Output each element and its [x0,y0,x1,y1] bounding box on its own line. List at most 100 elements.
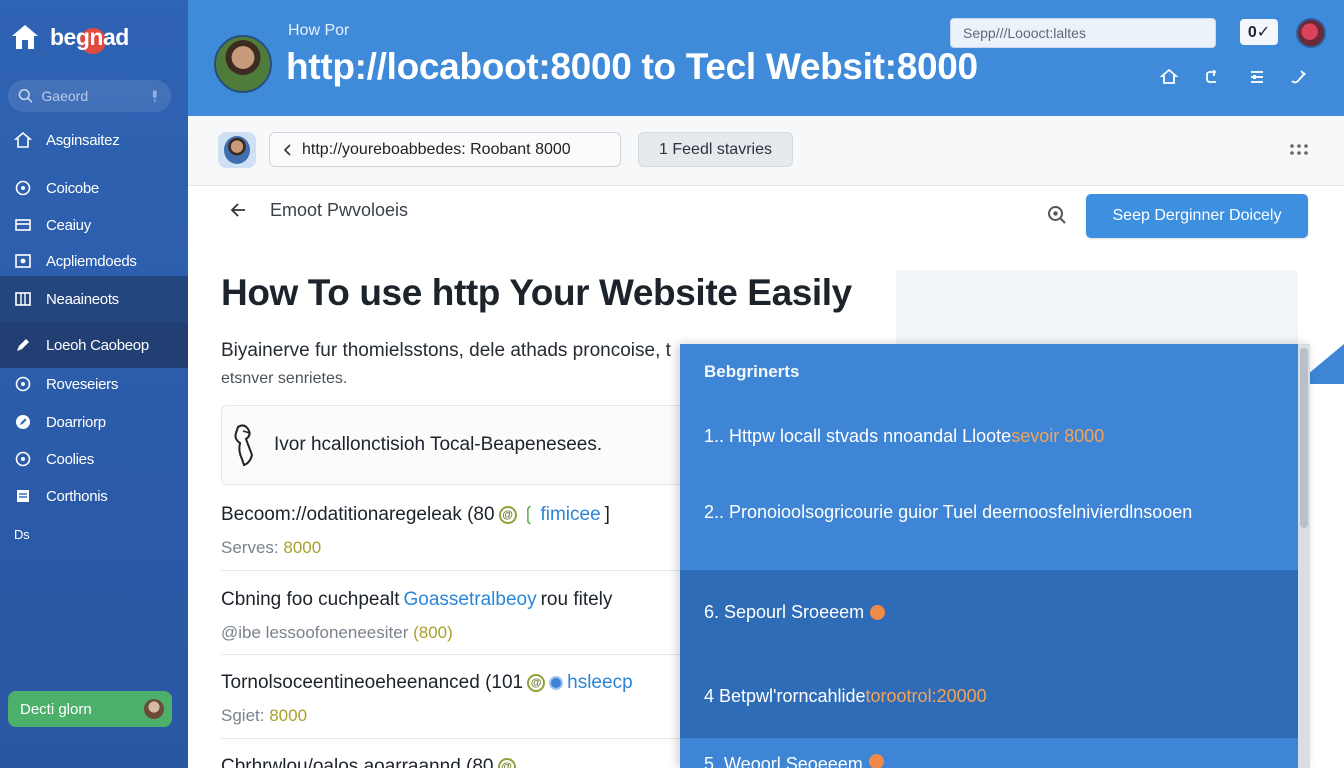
hint-text: Ivor hcallonctisioh Tocal-Beapenesees. [274,434,603,455]
result-link[interactable]: fimicee [540,504,600,526]
list-icon[interactable] [1246,66,1268,88]
at-badge-icon: @ [527,674,546,692]
step-text: 2.. Pronoioolsogricourie guior Tuel deer… [704,501,1193,522]
result-tail: ] [604,503,610,525]
intro-text-secondary: etsnver senrietes. [221,370,348,387]
sidebar-footer-label: Decti glorn [20,700,92,718]
chevron-left-icon[interactable] [282,143,294,157]
more-icon[interactable] [1288,142,1310,158]
edit-icon[interactable] [1288,66,1310,88]
avatar [144,699,164,719]
step-text: 6. Sepourl Sroeeem [704,601,865,622]
divider [221,570,691,571]
home-icon[interactable] [1158,66,1180,88]
step-text: 5. Weoorl Seoeeem [704,754,863,768]
result-title: Becoom://odatitionaregeleak (80 [221,503,495,525]
circle-icon [14,179,32,197]
list-item[interactable]: Cbning foo cuchpealt Goassetralbeoy rou … [221,589,691,643]
sidebar-item-4[interactable]: Acpliemdoeds [0,241,188,281]
sidebar-footer-button[interactable]: Decti glorn [8,691,172,727]
intro-text: Biyainerve fur thomielsstons, dele athad… [221,340,671,361]
sidebar-item-home[interactable]: Asginsaitez [0,120,188,160]
url-field[interactable]: http://youreboabbedes: Roobant 8000 [269,132,621,167]
step-item[interactable]: 1.. Httpw locall stvads nnoandal Lloote s… [680,394,1306,478]
count-badge[interactable]: 0✓ [1240,19,1278,45]
result-meta-value: 8000 [269,706,308,725]
avatar[interactable] [214,35,272,93]
brand-name: begnad [50,24,129,54]
sidebar-item-label: Doarriorp [46,413,106,431]
sidebar-item-label: Neaaineots [46,290,119,308]
divider [221,654,691,655]
steps-panel: Bebgrinerts 1.. Httpw locall stvads nnoa… [680,344,1310,768]
hint-card[interactable]: Ivor hcallonctisioh Tocal-Beapenesees. [221,405,691,485]
pointer-hand-icon [234,424,254,467]
sidebar-item-11[interactable]: Ds [0,514,188,554]
sidebar-item-7[interactable]: Roveseiers [0,364,188,404]
step-item[interactable]: 4 Betpwl'rorncahlide torootrol:20000 [680,654,1306,738]
sidebar-item-3[interactable]: Ceaiuy [0,205,188,245]
steps-title: Bebgrinerts [704,362,800,381]
sidebar-item-9[interactable]: Coolies [0,439,188,479]
divider [221,738,691,739]
back-arrow-icon[interactable] [228,200,248,220]
card-icon [14,216,32,234]
step-highlight: sevoir 8000 [1011,425,1105,446]
sidebar-item-label: Roveseiers [46,375,119,393]
sidebar-item-label: Corthonis [46,487,108,505]
sidebar: begnad Asginsaitez Coicobe Ceaiuy [0,0,188,768]
brand-logo[interactable]: begnad [10,22,129,54]
pen-icon [14,336,32,354]
sidebar-item-label: Ds [14,526,30,542]
top-header: How Por http://locaboot:8000 to Tecl Web… [188,0,1344,116]
step-item[interactable]: 6. Sepourl Sroeeem [680,570,1306,654]
feed-chip[interactable]: 1 Feedl stavries [638,132,793,167]
globe-icon [549,676,564,690]
copy-icon[interactable] [1202,66,1224,88]
sidebar-search-input[interactable] [41,88,142,104]
step-item[interactable]: 2.. Pronoioolsogricourie guior Tuel deer… [680,470,1306,554]
header-subtitle: How Por [288,22,350,39]
step-text: 1.. Httpw locall stvads nnoandal Lloote [704,425,1012,446]
result-link[interactable]: Goassetralbeoy [404,589,537,611]
url-text: http://youreboabbedes: Roobant 8000 [302,140,571,158]
result-tail: rou fitely [540,589,613,610]
search-icon [18,88,33,103]
sidebar-item-label: Ceaiuy [46,216,91,234]
sidebar-item-label: Acpliemdoeds [46,252,137,270]
result-title: Cbrhrwlou/oalos aoarraannd (80 [221,756,494,768]
list-item[interactable]: Tornolsoceentineoeheenanced (101 @ hslee… [221,672,691,726]
result-meta-label: @ibe lessoofoneneesiter [221,623,414,642]
user-avatar[interactable] [1296,18,1326,48]
avatar[interactable] [218,132,256,168]
circle-icon [14,375,32,393]
breadcrumb[interactable]: Emoot Pwvoloeis [270,200,408,221]
sidebar-item-label: Loeoh Caobeop [46,336,149,354]
step-item[interactable]: 5. Weoorl Seoeeem [680,740,1306,768]
sidebar-item-8[interactable]: Doarriorp [0,402,188,442]
list-item[interactable]: Becoom://odatitionaregeleak (80 @ ❲ fimi… [221,503,691,558]
sidebar-item-label: Asginsaitez [46,131,120,149]
list-item[interactable]: Cbrhrwlou/oalos aoarraannd (80 @ [221,756,691,768]
sidebar-item-5[interactable]: Neaaineots [0,276,188,322]
result-title: Cbning foo cuchpealt [221,589,400,610]
scrollbar-thumb[interactable] [1300,348,1308,528]
microphone-icon[interactable] [149,89,161,103]
zoom-icon[interactable] [1046,204,1068,226]
home-icon [14,131,32,149]
result-link[interactable]: hsleecp [567,672,633,694]
step-text: 4 Betpwl'rorncahlide [704,685,866,706]
sidebar-search[interactable] [8,80,171,112]
scrollbar[interactable] [1298,344,1310,768]
header-search[interactable] [950,18,1216,48]
article-headline: How To use http Your Website Easily [221,272,852,313]
sidebar-item-10[interactable]: Corthonis [0,476,188,516]
result-title: Tornolsoceentineoeheenanced (101 [221,672,524,693]
sidebar-item-6[interactable]: Loeoh Caobeop [0,322,188,368]
result-meta-label: Serves: [221,538,284,557]
primary-cta-button[interactable]: Seep Derginner Doicely [1086,194,1308,238]
header-search-input[interactable] [963,25,1203,41]
preview-card [896,270,1298,350]
sidebar-item-2[interactable]: Coicobe [0,168,188,208]
image-icon [14,252,32,270]
